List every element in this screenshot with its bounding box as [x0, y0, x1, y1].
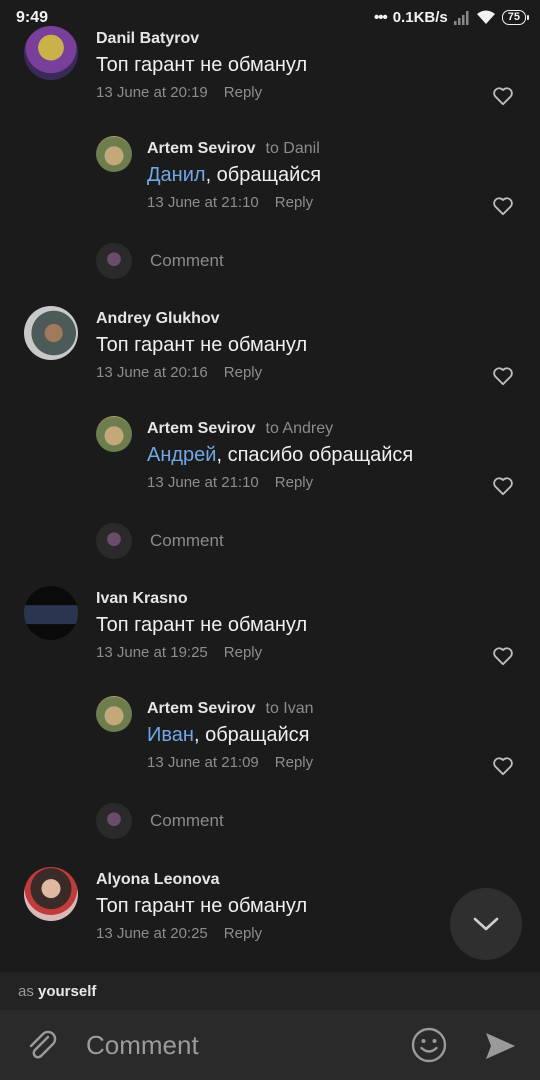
like-heart-icon[interactable] — [492, 646, 514, 666]
reply-meta: 13 June at 21:10 Reply — [147, 194, 313, 211]
post-as-label[interactable]: as yourself — [18, 983, 96, 1000]
reply-text: Иван, обращайся — [147, 724, 310, 746]
avatar[interactable] — [24, 867, 78, 921]
comment-date: 13 June at 20:16 — [96, 364, 208, 381]
comment-author[interactable]: Ivan Krasno — [96, 590, 188, 608]
emoji-icon[interactable] — [410, 1026, 448, 1064]
avatar[interactable] — [24, 26, 78, 80]
reply-text: Андрей, спасибо обращайся — [147, 444, 414, 466]
comment-date: 13 June at 20:25 — [96, 925, 208, 942]
reply-author[interactable]: Artem Sevirov to Andrey — [147, 420, 333, 438]
avatar[interactable] — [96, 696, 132, 732]
reply-link[interactable]: Reply — [224, 84, 262, 101]
reply-meta: 13 June at 21:10 Reply — [147, 474, 313, 491]
comment-meta: 13 June at 20:25 Reply — [96, 925, 262, 942]
reply-author[interactable]: Artem Sevirov to Danil — [147, 140, 320, 158]
avatar[interactable] — [24, 586, 78, 640]
avatar[interactable] — [96, 416, 132, 452]
add-comment-row[interactable]: Comment — [96, 243, 516, 279]
comment-date: 13 June at 19:25 — [96, 644, 208, 661]
reply-date: 13 June at 21:10 — [147, 194, 259, 211]
mention-link[interactable]: Данил — [147, 164, 206, 186]
comment-text: Топ гарант не обманул — [96, 614, 308, 636]
comment-author[interactable]: Danil Batyrov — [96, 30, 199, 48]
comment-text: Топ гарант не обманул — [96, 895, 308, 917]
comment-composer: Comment — [0, 1010, 540, 1080]
comment-author[interactable]: Andrey Glukhov — [96, 310, 220, 328]
reply-meta: 13 June at 21:09 Reply — [147, 754, 313, 771]
reply-link[interactable]: Reply — [275, 194, 313, 211]
like-heart-icon[interactable] — [492, 86, 514, 106]
like-heart-icon[interactable] — [492, 366, 514, 386]
comment-prompt[interactable]: Comment — [150, 251, 224, 271]
comment-prompt[interactable]: Comment — [150, 811, 224, 831]
mention-link[interactable]: Иван — [147, 724, 194, 746]
status-time: 9:49 — [16, 9, 49, 26]
reply-link[interactable]: Reply — [224, 364, 262, 381]
reply-target: to Danil — [265, 140, 320, 157]
comment-date: 13 June at 20:19 — [96, 84, 208, 101]
more-dots-icon: ••• — [373, 9, 388, 26]
reply-date: 13 June at 21:10 — [147, 474, 259, 491]
comment-text: Топ гарант не обманул — [96, 334, 308, 356]
signal-icon — [453, 10, 469, 25]
add-comment-row[interactable]: Comment — [96, 523, 516, 559]
like-heart-icon[interactable] — [492, 476, 514, 496]
network-speed: 0.1KB/s — [392, 9, 448, 26]
attach-paperclip-icon[interactable] — [24, 1028, 60, 1064]
add-comment-row[interactable]: Comment — [96, 803, 516, 839]
reply-link[interactable]: Reply — [224, 644, 262, 661]
send-icon[interactable] — [482, 1028, 518, 1064]
battery-icon: 75 — [501, 10, 530, 25]
reply-link[interactable]: Reply — [275, 474, 313, 491]
like-heart-icon[interactable] — [492, 756, 514, 776]
status-bar: 9:49 ••• 0.1KB/s 75 — [0, 0, 540, 34]
post-as-selector[interactable]: as yourself — [0, 972, 540, 1010]
status-icons: ••• 0.1KB/s 75 — [373, 9, 530, 26]
my-avatar — [96, 243, 132, 279]
mention-link[interactable]: Андрей — [147, 444, 216, 466]
comment-meta: 13 June at 19:25 Reply — [96, 644, 262, 661]
avatar[interactable] — [96, 136, 132, 172]
avatar[interactable] — [24, 306, 78, 360]
comment-text: Топ гарант не обманул — [96, 54, 308, 76]
reply-target: to Andrey — [265, 420, 334, 437]
reply-link[interactable]: Reply — [224, 925, 262, 942]
my-avatar — [96, 803, 132, 839]
reply-target: to Ivan — [265, 700, 314, 717]
comment-prompt[interactable]: Comment — [150, 531, 224, 551]
chevron-down-icon — [473, 917, 499, 931]
scroll-down-button[interactable] — [450, 888, 522, 960]
comment-meta: 13 June at 20:16 Reply — [96, 364, 262, 381]
comment-author[interactable]: Alyona Leonova — [96, 871, 220, 889]
reply-date: 13 June at 21:09 — [147, 754, 259, 771]
comment-meta: 13 June at 20:19 Reply — [96, 84, 262, 101]
my-avatar — [96, 523, 132, 559]
like-heart-icon[interactable] — [492, 196, 514, 216]
wifi-icon — [476, 10, 495, 24]
reply-text: Данил, обращайся — [147, 164, 322, 186]
reply-link[interactable]: Reply — [275, 754, 313, 771]
reply-author[interactable]: Artem Sevirov to Ivan — [147, 700, 314, 718]
comment-input[interactable]: Comment — [86, 1030, 199, 1061]
